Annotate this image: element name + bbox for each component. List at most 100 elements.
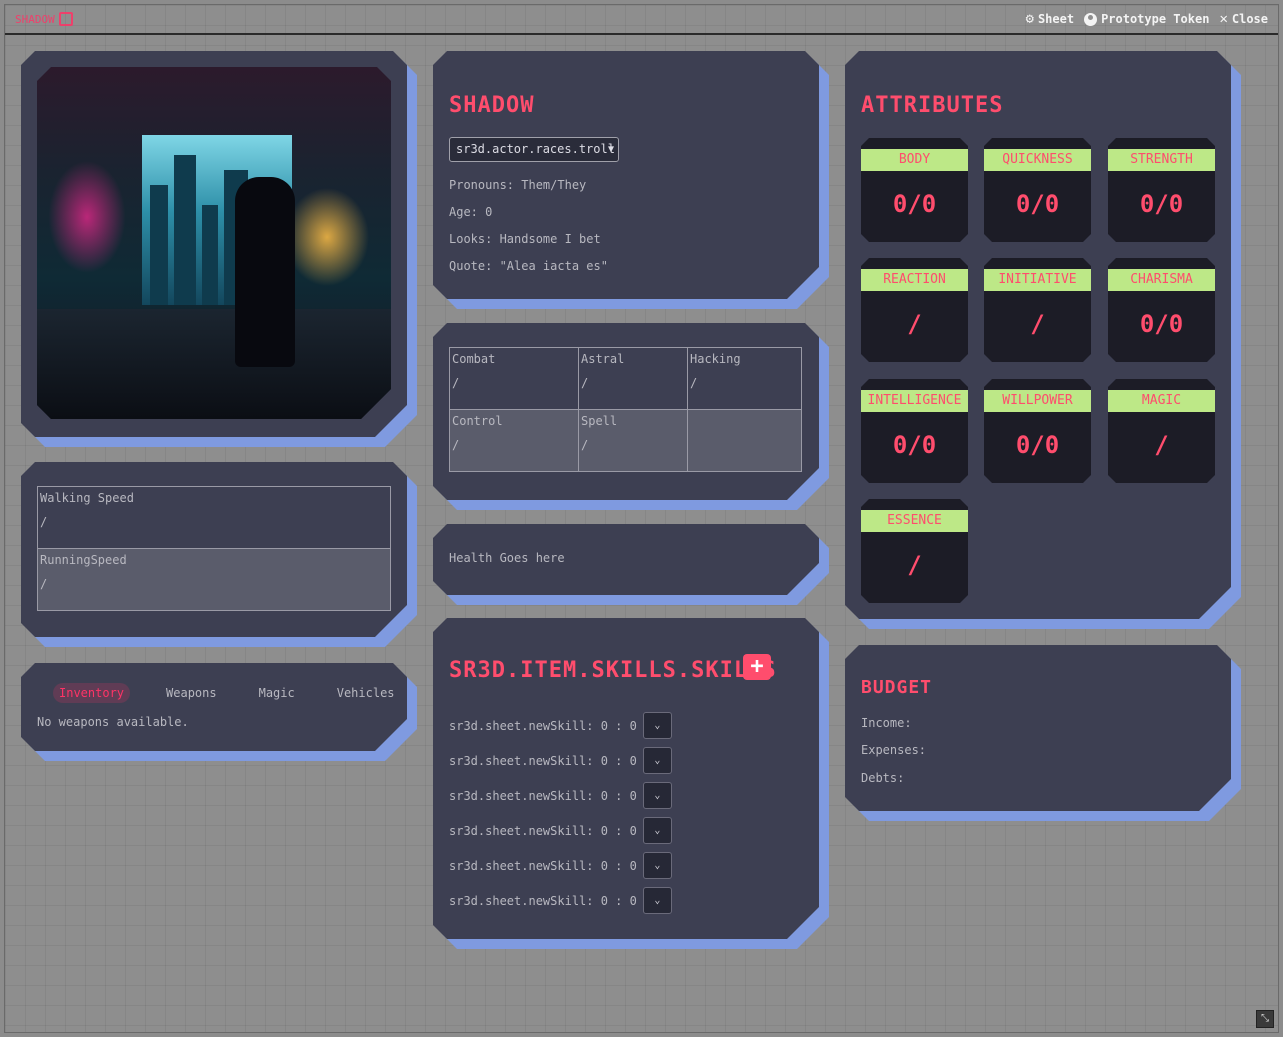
- walking-speed-value: /: [40, 515, 48, 529]
- attribute-willpower[interactable]: WILLPOWER 0/0: [984, 379, 1091, 483]
- prototype-token-button[interactable]: Prototype Token: [1084, 12, 1209, 26]
- attribute-initiative[interactable]: INITIATIVE /: [984, 258, 1091, 362]
- astral-pool-label: Astral: [581, 352, 625, 366]
- combat-pool-cell: Combat /: [450, 348, 579, 410]
- control-pool-value: /: [452, 438, 460, 452]
- table-row: Walking Speed /: [38, 487, 391, 549]
- sheet-button-label: Sheet: [1037, 12, 1075, 26]
- running-speed-cell: RunningSpeed /: [38, 549, 391, 611]
- skill-select[interactable]: ⌄: [643, 852, 672, 879]
- tab-inventory[interactable]: Inventory: [53, 683, 130, 703]
- skills-card: SR3D.ITEM.SKILLS.SKILLS + sr3d.sheet.new…: [433, 618, 819, 939]
- attribute-reaction[interactable]: REACTION /: [861, 258, 968, 362]
- inventory-tabs: Inventory Weapons Magic Vehicles: [53, 683, 401, 703]
- skill-row: sr3d.sheet.newSkill: 0 : 0 ⌄: [449, 782, 672, 809]
- attribute-label: INTELLIGENCE: [861, 390, 968, 412]
- running-speed-value: /: [40, 577, 48, 591]
- spell-pool-value: /: [581, 438, 589, 452]
- window-titlebar[interactable]: SHADOW ⚙ Sheet Prototype Token ✕ Close: [5, 5, 1278, 35]
- attribute-value: 0/0: [892, 190, 937, 218]
- movement-table: Walking Speed / RunningSpeed /: [37, 486, 391, 611]
- attribute-essence[interactable]: ESSENCE /: [861, 499, 968, 603]
- attribute-label: STRENGTH: [1108, 149, 1215, 171]
- age-text: Age: 0: [449, 205, 493, 219]
- skill-row: sr3d.sheet.newSkill: 0 : 0 ⌄: [449, 887, 672, 914]
- combat-pool-label: Combat: [452, 352, 496, 366]
- attribute-value: /: [907, 310, 922, 338]
- close-button[interactable]: ✕ Close: [1219, 11, 1268, 27]
- inventory-empty-text: No weapons available.: [37, 715, 189, 729]
- attribute-label: WILLPOWER: [984, 390, 1091, 412]
- quote-text: Quote: "Alea iacta es": [449, 259, 608, 273]
- add-skill-button[interactable]: +: [743, 654, 771, 680]
- walking-speed-label: Walking Speed: [40, 491, 134, 505]
- hacking-pool-value: /: [690, 376, 698, 390]
- skill-label: sr3d.sheet.newSkill: 0 : 0: [449, 753, 637, 768]
- attribute-label: BODY: [861, 149, 968, 171]
- tab-magic[interactable]: Magic: [253, 683, 301, 703]
- attribute-value: /: [907, 551, 922, 579]
- spell-pool-cell: Spell /: [579, 410, 688, 472]
- skill-select[interactable]: ⌄: [643, 887, 672, 914]
- attribute-quickness[interactable]: QUICKNESS 0/0: [984, 138, 1091, 242]
- bio-card: SHADOW sr3d.actor.races.troll ▼ Pronouns…: [433, 51, 819, 299]
- chevron-down-icon: ⌄: [654, 860, 661, 871]
- tab-vehicles[interactable]: Vehicles: [331, 683, 401, 703]
- skill-label: sr3d.sheet.newSkill: 0 : 0: [449, 858, 637, 873]
- spell-pool-label: Spell: [581, 414, 618, 428]
- attribute-label: INITIATIVE: [984, 269, 1091, 291]
- skill-row: sr3d.sheet.newSkill: 0 : 0 ⌄: [449, 817, 672, 844]
- attribute-value: 0/0: [1015, 431, 1060, 459]
- tab-weapons[interactable]: Weapons: [160, 683, 223, 703]
- attribute-value: 0/0: [1015, 190, 1060, 218]
- attribute-body[interactable]: BODY 0/0: [861, 138, 968, 242]
- walking-speed-cell: Walking Speed /: [38, 487, 391, 549]
- chevron-down-icon: ⌄: [654, 755, 661, 766]
- budget-heading: BUDGET: [861, 677, 933, 698]
- astral-pool-cell: Astral /: [579, 348, 688, 410]
- close-button-label: Close: [1231, 12, 1268, 26]
- attribute-strength[interactable]: STRENGTH 0/0: [1108, 138, 1215, 242]
- resize-icon[interactable]: ⤡: [1256, 1010, 1274, 1028]
- attribute-value: /: [1154, 431, 1169, 459]
- race-select[interactable]: sr3d.actor.races.troll ▼: [449, 137, 619, 162]
- skill-select[interactable]: ⌄: [643, 712, 672, 739]
- close-icon: ✕: [1219, 11, 1228, 27]
- skill-label: sr3d.sheet.newSkill: 0 : 0: [449, 823, 637, 838]
- skill-row: sr3d.sheet.newSkill: 0 : 0 ⌄: [449, 852, 672, 879]
- skill-label: sr3d.sheet.newSkill: 0 : 0: [449, 893, 637, 908]
- portrait-figure: [235, 177, 295, 367]
- bio-heading: SHADOW: [449, 93, 535, 118]
- table-row: Combat / Astral / Hacking /: [450, 348, 802, 410]
- skill-label: sr3d.sheet.newSkill: 0 : 0: [449, 788, 637, 803]
- attribute-charisma[interactable]: CHARISMA 0/0: [1108, 258, 1215, 362]
- control-pool-label: Control: [452, 414, 503, 428]
- attribute-magic[interactable]: MAGIC /: [1108, 379, 1215, 483]
- pools-card: Combat / Astral / Hacking / Control / Sp…: [433, 323, 819, 500]
- chevron-down-icon: ⌄: [654, 790, 661, 801]
- table-row: Control / Spell /: [450, 410, 802, 472]
- inventory-card: Inventory Weapons Magic Vehicles No weap…: [21, 663, 407, 751]
- budget-card: BUDGET Income: Expenses: Debts:: [845, 645, 1231, 811]
- skill-row: sr3d.sheet.newSkill: 0 : 0 ⌄: [449, 712, 672, 739]
- attribute-label: MAGIC: [1108, 390, 1215, 412]
- sheet-button[interactable]: ⚙ Sheet: [1026, 11, 1075, 27]
- gear-icon: ⚙: [1025, 11, 1034, 27]
- attribute-label: REACTION: [861, 269, 968, 291]
- skill-select[interactable]: ⌄: [643, 747, 672, 774]
- attribute-label: ESSENCE: [861, 510, 968, 532]
- income-label: Income:: [861, 716, 912, 730]
- debts-label: Debts:: [861, 771, 905, 785]
- portrait-floor: [37, 309, 391, 419]
- attribute-value: 0/0: [892, 431, 937, 459]
- pronouns-text: Pronouns: Them/They: [449, 178, 587, 192]
- skill-select[interactable]: ⌄: [643, 817, 672, 844]
- attribute-intelligence[interactable]: INTELLIGENCE 0/0: [861, 379, 968, 483]
- user-circle-icon: [1084, 12, 1098, 26]
- empty-pool-cell: [688, 410, 802, 472]
- skills-heading: SR3D.ITEM.SKILLS.SKILLS: [449, 658, 777, 683]
- looks-text: Looks: Handsome I bet: [449, 232, 601, 246]
- character-portrait[interactable]: [37, 67, 391, 419]
- hacking-pool-cell: Hacking /: [688, 348, 802, 410]
- skill-select[interactable]: ⌄: [643, 782, 672, 809]
